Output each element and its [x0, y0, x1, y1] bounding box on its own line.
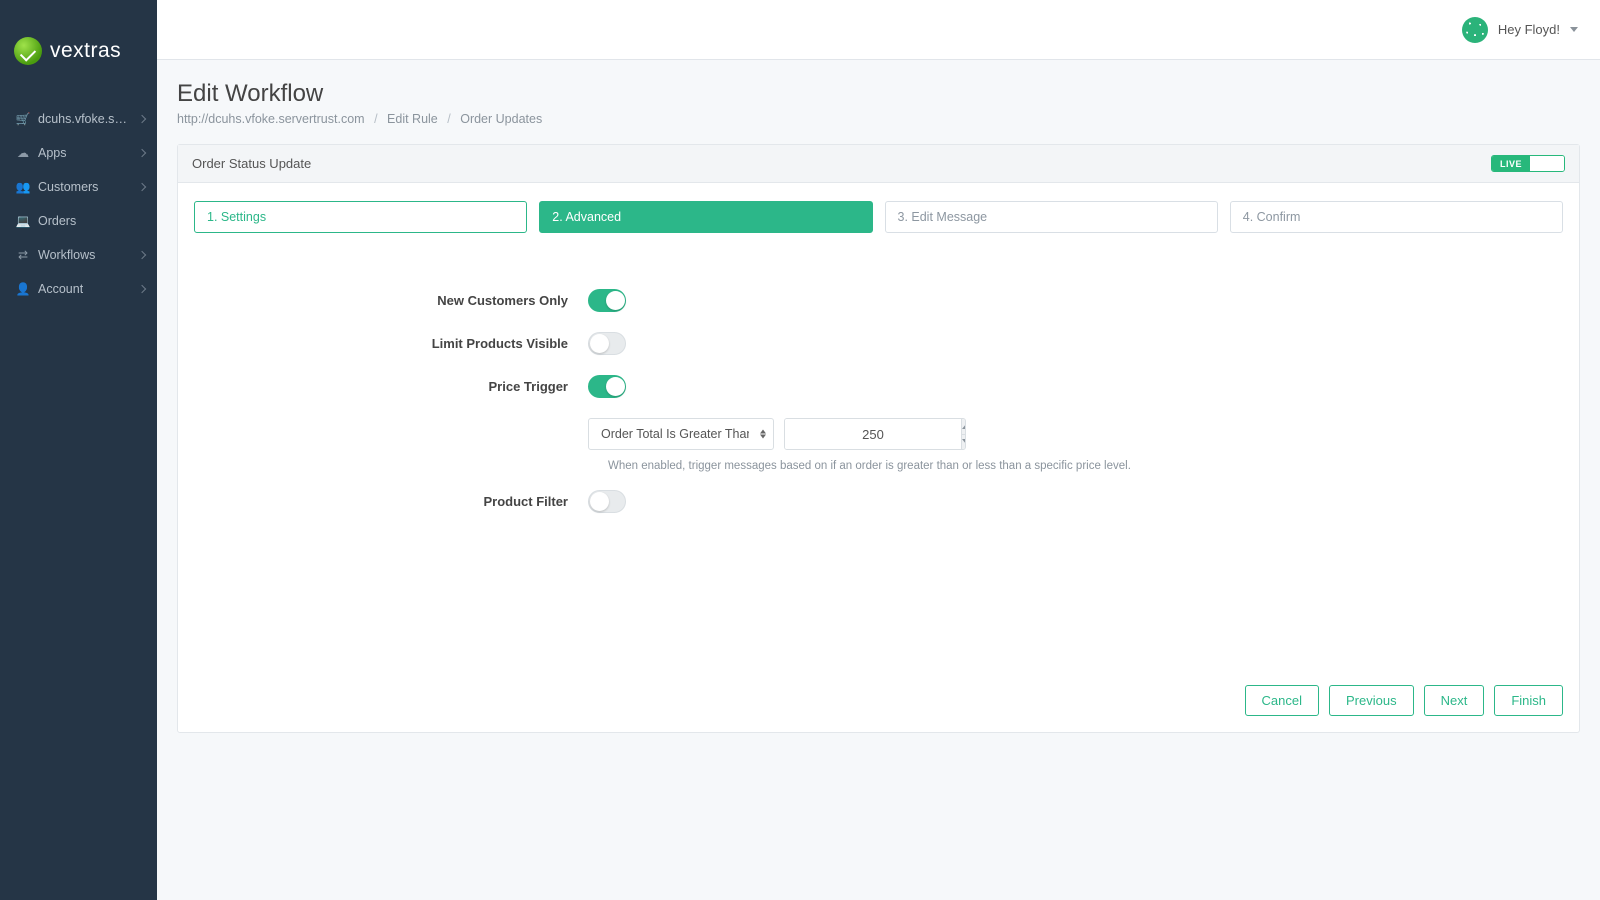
breadcrumb-link[interactable]: http://dcuhs.vfoke.servertrust.com — [177, 112, 365, 126]
sidebar-item-apps[interactable]: ☁ Apps — [0, 136, 157, 170]
price-trigger-toggle[interactable] — [588, 375, 626, 398]
select-arrows-icon — [760, 430, 766, 439]
wizard-steps: 1. Settings 2. Advanced 3. Edit Message … — [178, 183, 1579, 239]
limit-products-label: Limit Products Visible — [194, 336, 588, 351]
product-filter-label: Product Filter — [194, 494, 588, 509]
main: Hey Floyd! Edit Workflow http://dcuhs.vf… — [157, 0, 1600, 900]
sidebar-item-orders[interactable]: 💻 Orders — [0, 204, 157, 238]
breadcrumb-separator: / — [374, 112, 377, 126]
price-trigger-label: Price Trigger — [194, 379, 588, 394]
users-icon: 👥 — [14, 180, 32, 194]
chevron-left-icon — [138, 149, 146, 157]
step-advanced[interactable]: 2. Advanced — [539, 201, 872, 233]
sidebar-item-label: Orders — [38, 214, 76, 228]
product-filter-toggle[interactable] — [588, 490, 626, 513]
page-title: Edit Workflow — [177, 80, 1580, 108]
panel-title: Order Status Update — [192, 156, 311, 171]
cart-icon: 🛒 — [14, 112, 32, 126]
sidebar-item-label: Customers — [38, 180, 98, 194]
caret-down-icon — [1570, 27, 1578, 32]
limit-products-toggle[interactable] — [588, 332, 626, 355]
price-value-input[interactable] — [785, 419, 961, 449]
price-value-field — [784, 418, 966, 450]
live-label: LIVE — [1492, 156, 1530, 171]
chevron-left-icon — [138, 251, 146, 259]
step-down-button[interactable] — [962, 435, 966, 450]
breadcrumb-current: Order Updates — [460, 112, 542, 126]
price-condition-select[interactable]: Order Total Is Greater Than — [588, 418, 774, 450]
new-customers-label: New Customers Only — [194, 293, 588, 308]
sidebar-item-account[interactable]: 👤 Account — [0, 272, 157, 306]
brand-name: vextras — [50, 39, 121, 63]
shuffle-icon: ⇄ — [14, 248, 32, 262]
user-greeting: Hey Floyd! — [1498, 22, 1560, 37]
user-menu[interactable]: Hey Floyd! — [1462, 17, 1578, 43]
step-up-button[interactable] — [962, 419, 966, 435]
workflow-panel: Order Status Update LIVE 1. Settings 2. … — [177, 144, 1580, 733]
sidebar-item-customers[interactable]: 👥 Customers — [0, 170, 157, 204]
chevron-left-icon — [138, 183, 146, 191]
live-switch-track — [1530, 156, 1564, 171]
sidebar-item-label: dcuhs.vfoke.ser... — [38, 112, 128, 126]
cancel-button[interactable]: Cancel — [1245, 685, 1319, 716]
sidebar-item-store[interactable]: 🛒 dcuhs.vfoke.ser... — [0, 102, 157, 136]
chevron-left-icon — [138, 115, 146, 123]
panel-header: Order Status Update LIVE — [178, 145, 1579, 183]
previous-button[interactable]: Previous — [1329, 685, 1414, 716]
breadcrumb: http://dcuhs.vfoke.servertrust.com / Edi… — [177, 112, 1580, 126]
live-toggle[interactable]: LIVE — [1491, 155, 1565, 172]
step-settings[interactable]: 1. Settings — [194, 201, 527, 233]
price-help-text: When enabled, trigger messages based on … — [608, 460, 1563, 472]
next-button[interactable]: Next — [1424, 685, 1485, 716]
step-edit-message[interactable]: 3. Edit Message — [885, 201, 1218, 233]
logo-mark-icon — [14, 37, 42, 65]
new-customers-toggle[interactable] — [588, 289, 626, 312]
sidebar: vextras 🛒 dcuhs.vfoke.ser... ☁ Apps 👥 Cu… — [0, 0, 157, 900]
sidebar-item-workflows[interactable]: ⇄ Workflows — [0, 238, 157, 272]
cloud-icon: ☁ — [14, 146, 32, 160]
topbar: Hey Floyd! — [157, 0, 1600, 60]
sidebar-item-label: Apps — [38, 146, 67, 160]
breadcrumb-link[interactable]: Edit Rule — [387, 112, 438, 126]
chevron-left-icon — [138, 285, 146, 293]
finish-button[interactable]: Finish — [1494, 685, 1563, 716]
avatar-icon — [1462, 17, 1488, 43]
user-icon: 👤 — [14, 282, 32, 296]
breadcrumb-separator: / — [447, 112, 450, 126]
step-confirm[interactable]: 4. Confirm — [1230, 201, 1563, 233]
sidebar-item-label: Account — [38, 282, 83, 296]
laptop-icon: 💻 — [14, 214, 32, 228]
panel-footer: Cancel Previous Next Finish — [178, 669, 1579, 732]
brand-logo[interactable]: vextras — [0, 0, 157, 102]
price-condition-select-wrap: Order Total Is Greater Than — [588, 418, 774, 450]
sidebar-item-label: Workflows — [38, 248, 95, 262]
